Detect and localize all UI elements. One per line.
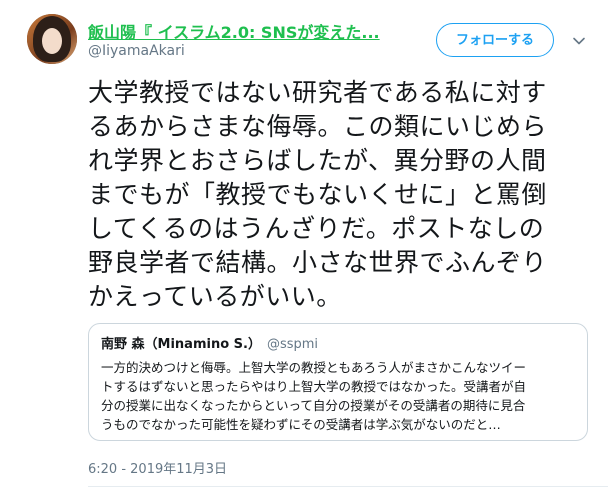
quoted-tweet-header: 南野 森（Minamino S.） @sspmi [101,336,575,354]
avatar[interactable] [27,14,77,64]
avatar-face [42,28,62,54]
tweet-timestamp[interactable]: 6:20 - 2019年11月3日 [88,458,227,477]
quoted-author-handle: @sspmi [266,337,319,352]
quoted-text-line: うものでなかった可能性を疑わずにその受講者は学ぶ気がないのだと… [101,417,501,432]
divider [88,486,608,487]
tweet-text-line: までもが「教授でもないくせに」と罵倒 [88,180,548,209]
tweet: 飯山陽『 イスラム2.0: SNSが変えた... @IiyamaAkari フォ… [0,0,608,490]
tweet-text-line: れ学界とおさらばしたが、異分野の人間 [88,146,547,175]
quoted-text-line: 一方的決めつけと侮辱。上智大学の教授ともあろう人がまさかこんなツイー [101,360,527,375]
chevron-down-icon[interactable] [571,33,587,49]
author-handle[interactable]: @IiyamaAkari [88,43,185,59]
quoted-tweet-card[interactable]: 南野 森（Minamino S.） @sspmi 一方的決めつけと侮辱。上智大学の… [88,323,588,441]
quoted-author-name: 南野 森（Minamino S.） [101,337,261,352]
tweet-text: 大学教授ではない研究者である私に対す るあからさまな侮辱。この類にいじめら れ学… [88,76,598,314]
tweet-text-line: してくるのはうんざりだ。ポストなしの [88,214,545,243]
author-display-name[interactable]: 飯山陽『 イスラム2.0: SNSが変えた... [88,19,380,43]
tweet-text-line: るあからさまな侮辱。この類にいじめら [88,112,548,141]
tweet-text-line: かえっているがいい。 [88,282,342,311]
quoted-text-line: トするはずないと思ったらやはり上智大学の教授ではなかった。受講者が自 [101,379,527,394]
quoted-tweet-text: 一方的決めつけと侮辱。上智大学の教授ともあろう人がまさかこんなツイー トするはず… [101,358,575,434]
follow-button[interactable]: フォローする [436,23,554,57]
quoted-text-line: 分の授業に出なくなったからといって自分の授業がその受講者の期待に見合 [101,398,526,413]
tweet-text-line: 大学教授ではない研究者である私に対す [88,78,547,107]
tweet-text-line: 野良学者で結構。小さな世界でふんぞり [88,248,548,277]
